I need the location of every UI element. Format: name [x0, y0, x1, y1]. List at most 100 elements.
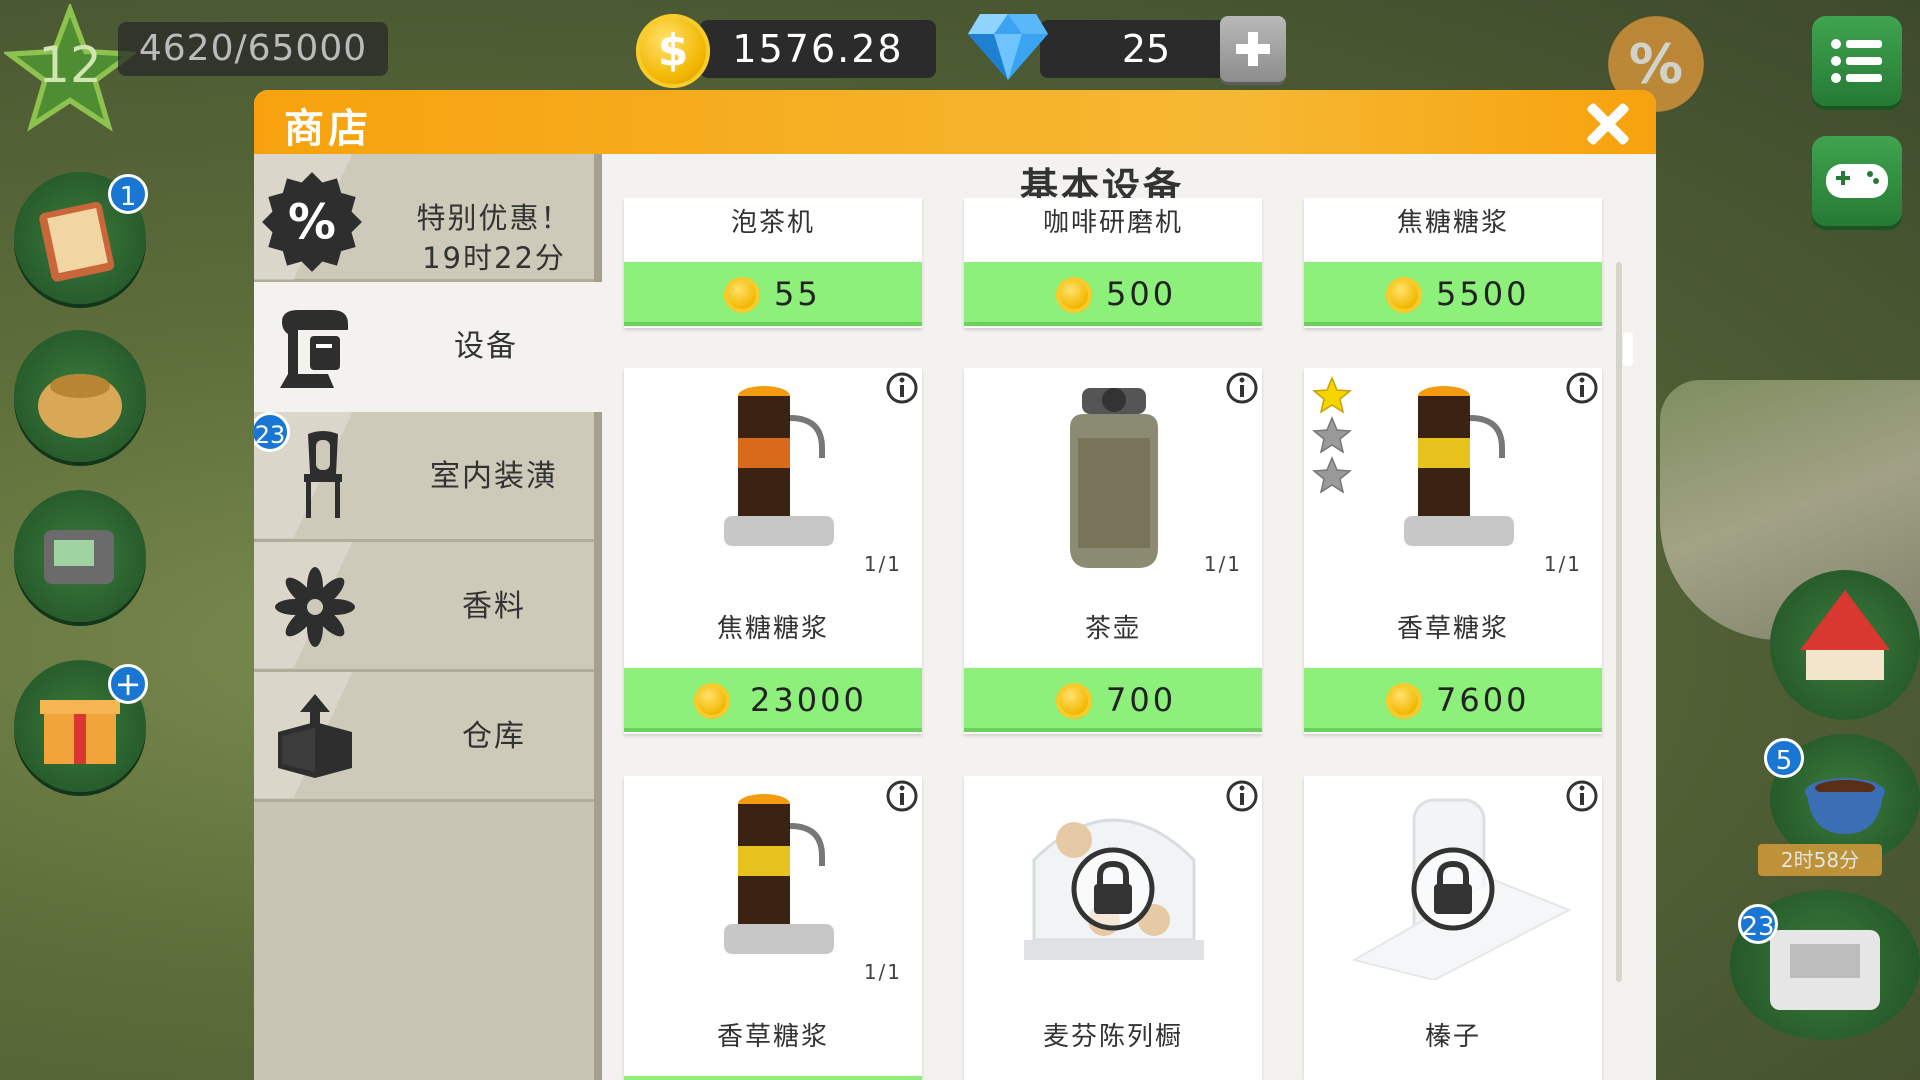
shop-card[interactable]: 咖啡研磨机 500: [964, 198, 1262, 328]
special-offer-timer: 19时22分: [422, 241, 566, 275]
item-price: 23000: [750, 681, 867, 719]
item-name: 焦糖糖浆: [716, 614, 829, 644]
item-name: 香草糖浆: [716, 1022, 829, 1052]
shop-card[interactable]: 麦芬陈列橱: [964, 776, 1262, 1080]
item-price: 700: [1106, 681, 1177, 719]
shop-card[interactable]: 1/1 焦糖糖浆 23000: [624, 368, 922, 734]
owned-count: 1/1: [863, 552, 902, 576]
buy-button[interactable]: 23000: [624, 668, 922, 732]
shop-title: 商店: [284, 106, 372, 152]
mixer-icon: [280, 310, 348, 388]
coin-icon: [724, 277, 760, 313]
item-name: 焦糖糖浆: [1396, 208, 1509, 238]
info-icon[interactable]: [886, 372, 918, 404]
coffee-timer: 2时58分: [1758, 844, 1882, 876]
item-name: 茶壶: [1084, 614, 1141, 644]
info-icon[interactable]: [1226, 372, 1258, 404]
gift-plus-badge[interactable]: +: [108, 664, 148, 704]
coffee-badge: 5: [1764, 738, 1804, 778]
price-bar-edge: [624, 1076, 922, 1080]
syrup-dispenser-icon: [724, 386, 834, 546]
shop-header: 商店: [254, 90, 1656, 154]
buy-button[interactable]: 500: [964, 262, 1262, 326]
owned-count: 1/1: [1543, 552, 1582, 576]
coin-icon: $: [636, 14, 710, 88]
shop-card[interactable]: 泡茶机 55: [624, 198, 922, 328]
menu-list-icon: [1831, 39, 1882, 83]
scrollbar-thumb[interactable]: [1623, 332, 1633, 366]
info-icon[interactable]: [886, 780, 918, 812]
buy-button[interactable]: 700: [964, 668, 1262, 732]
nav-interior[interactable]: 室内装潢: [254, 412, 594, 542]
item-name: 香草糖浆: [1396, 614, 1509, 644]
item-name: 泡茶机: [730, 208, 815, 238]
lock-icon: [1411, 847, 1495, 931]
nav-equipment[interactable]: 设备: [254, 282, 602, 412]
games-button[interactable]: [1812, 136, 1902, 226]
nav-storage[interactable]: 仓库: [254, 672, 594, 802]
coin-icon: [1386, 683, 1422, 719]
nav-spices-label: 香料: [462, 589, 526, 624]
nav-special-offer[interactable]: % 特别优惠！ 19时22分: [254, 154, 594, 282]
item-price: 5500: [1436, 275, 1530, 313]
menu-button[interactable]: [1812, 16, 1902, 106]
percent-icon: %: [262, 172, 362, 272]
nav-spices[interactable]: 香料: [254, 542, 594, 672]
star-filled-icon: [1312, 376, 1352, 414]
syrup-dispenser-icon: [1404, 386, 1514, 546]
special-offer-label: 特别优惠！ 19时22分: [394, 198, 594, 278]
circus-tent-icon: [1800, 590, 1890, 680]
lock-icon: [1071, 847, 1155, 931]
svg-text:%: %: [1629, 33, 1683, 96]
svg-text:%: %: [288, 196, 336, 251]
close-button[interactable]: [1584, 100, 1632, 148]
coin-icon: [1056, 683, 1092, 719]
event-map-button[interactable]: [1770, 570, 1920, 720]
nav-equipment-label: 设备: [454, 329, 518, 364]
item-name: 榛子: [1424, 1022, 1481, 1052]
buy-button[interactable]: 5500: [1304, 262, 1602, 326]
xp-counter: 4620/65000: [118, 22, 388, 76]
item-price: 55: [774, 275, 821, 313]
star-empty-icon: [1312, 416, 1352, 454]
coin-icon: [1386, 277, 1422, 313]
coin-icon: [1056, 277, 1092, 313]
register-badge: 23: [1738, 904, 1778, 944]
nav-storage-label: 仓库: [462, 719, 526, 754]
item-name: 咖啡研磨机: [1042, 208, 1183, 238]
buy-button[interactable]: 55: [624, 262, 922, 326]
box-upload-icon: [278, 694, 352, 778]
nav-interior-label: 室内装潢: [430, 459, 558, 494]
coin-icon: [694, 683, 730, 719]
owned-count: 1/1: [1203, 552, 1242, 576]
syrup-dispenser-icon: [724, 794, 834, 954]
shop-card[interactable]: 1/1 茶壶 700: [964, 368, 1262, 734]
shop-card[interactable]: 1/1 香草糖浆 7600: [1304, 368, 1602, 734]
coin-balance: 1576.28: [700, 20, 936, 78]
star-anise-icon: [275, 567, 355, 647]
pantry-button[interactable]: [14, 330, 146, 462]
scrollbar-track[interactable]: [1616, 262, 1622, 982]
item-name: 麦芬陈列橱: [1042, 1022, 1183, 1052]
info-icon[interactable]: [1566, 372, 1598, 404]
owned-count: 1/1: [863, 960, 902, 984]
level-number: 12: [38, 36, 102, 94]
shop-window: 商店 % 特别优惠！ 19时22分 设备 室内装潢 23 香料 仓库 基本设备 …: [254, 90, 1656, 1080]
shop-card[interactable]: 焦糖糖浆 5500: [1304, 198, 1602, 328]
shop-card[interactable]: 榛子: [1304, 776, 1602, 1080]
item-price: 7600: [1436, 681, 1530, 719]
diamond-icon: [968, 14, 1048, 80]
recipe-book-badge: 1: [108, 174, 148, 214]
chair-icon: [304, 431, 342, 518]
flour-sack-icon: [38, 374, 122, 438]
interior-badge: 23: [254, 412, 290, 452]
shop-card[interactable]: 1/1 香草糖浆: [624, 776, 922, 1080]
tea-jar-icon: [1070, 388, 1158, 568]
info-icon[interactable]: [1226, 780, 1258, 812]
telephone-icon: [44, 530, 114, 584]
phone-button[interactable]: [14, 490, 146, 622]
gamepad-icon: [1826, 164, 1888, 198]
buy-button[interactable]: 7600: [1304, 668, 1602, 732]
item-price: 500: [1106, 275, 1177, 313]
add-gems-button[interactable]: [1220, 16, 1286, 82]
